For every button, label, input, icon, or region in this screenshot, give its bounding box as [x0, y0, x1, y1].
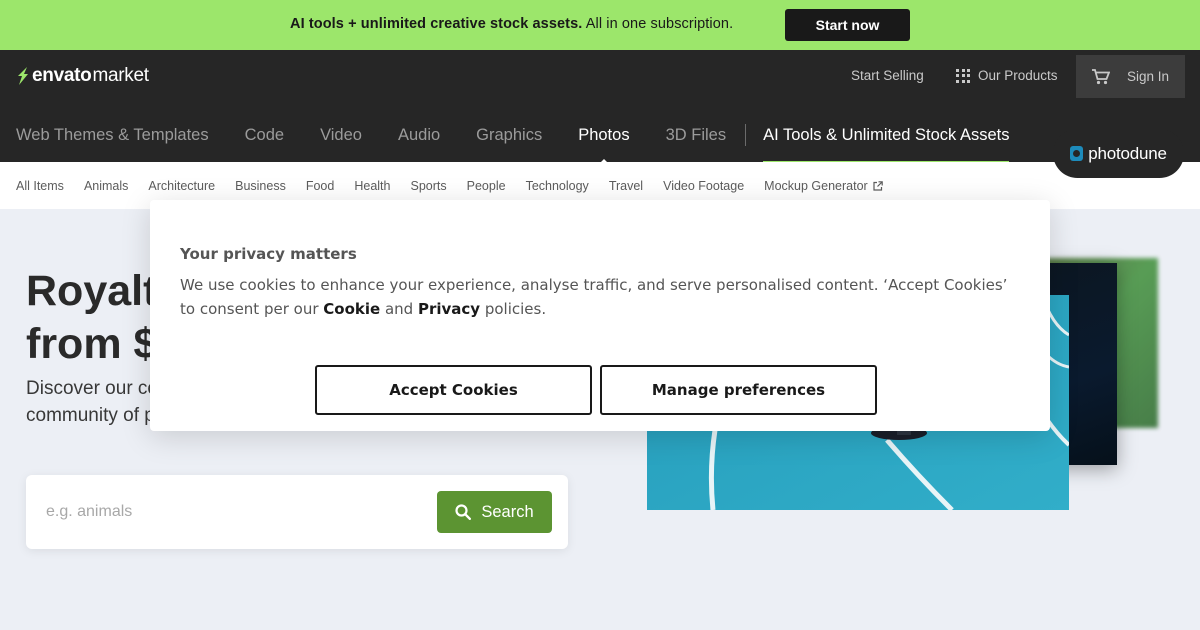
search-input[interactable]	[46, 497, 436, 527]
tab-graphics[interactable]: Graphics	[476, 126, 542, 145]
start-now-button[interactable]: Start now	[785, 9, 910, 41]
subnav-mockup-generator[interactable]: Mockup Generator	[764, 179, 883, 193]
start-selling-link[interactable]: Start Selling	[851, 68, 924, 83]
category-nav: Web Themes & Templates Code Video Audio …	[16, 123, 1045, 166]
category-divider	[745, 124, 747, 146]
hero-subtitle: Discover our co community of p	[26, 375, 158, 429]
promo-banner: AI tools + unlimited creative stock asse…	[0, 0, 1200, 50]
external-link-icon	[873, 180, 883, 191]
subnav-travel[interactable]: Travel	[609, 179, 643, 193]
search-button[interactable]: Search	[437, 491, 552, 533]
subnav-architecture[interactable]: Architecture	[148, 179, 215, 193]
tab-ai-tools[interactable]: AI Tools & Unlimited Stock Assets	[763, 125, 1010, 165]
tab-photos[interactable]: Photos	[578, 125, 630, 166]
logo-market-text: market	[92, 65, 149, 86]
tab-3d-files[interactable]: 3D Files	[666, 126, 727, 145]
envato-leaf-icon	[18, 67, 28, 85]
cookie-body-end: policies.	[480, 300, 547, 318]
subnav-animals[interactable]: Animals	[84, 179, 128, 193]
tab-audio[interactable]: Audio	[398, 126, 440, 145]
subnav-food[interactable]: Food	[306, 179, 335, 193]
tab-web-themes[interactable]: Web Themes & Templates	[16, 126, 209, 145]
hero-title-line-2: from $	[26, 320, 158, 368]
photodune-label: photodune	[1088, 143, 1167, 163]
tab-video[interactable]: Video	[320, 126, 362, 145]
our-products-menu[interactable]: Our Products	[956, 68, 1058, 83]
our-products-label: Our Products	[978, 68, 1058, 83]
signin-area: Sign In	[1076, 55, 1185, 98]
cookie-and-text: and	[380, 300, 418, 318]
subnav-video-footage[interactable]: Video Footage	[663, 179, 744, 193]
subnav-health[interactable]: Health	[354, 179, 390, 193]
tab-photos-label: Photos	[578, 125, 630, 144]
tab-code[interactable]: Code	[245, 126, 284, 145]
privacy-policy-link[interactable]: Privacy	[418, 300, 480, 318]
cookie-modal-body: We use cookies to enhance your experienc…	[180, 273, 1025, 321]
cart-icon[interactable]	[1092, 68, 1110, 85]
search-button-label: Search	[481, 502, 534, 521]
subnav-people[interactable]: People	[467, 179, 506, 193]
subnav-sports[interactable]: Sports	[410, 179, 446, 193]
cookie-modal-title: Your privacy matters	[180, 245, 357, 263]
hero-title: Royalt from $	[26, 265, 157, 371]
envato-market-logo[interactable]: envato market	[16, 65, 149, 87]
subnav-technology[interactable]: Technology	[526, 179, 589, 193]
promo-bold-text: AI tools + unlimited creative stock asse…	[290, 16, 583, 32]
promo-text: AI tools + unlimited creative stock asse…	[290, 16, 733, 32]
mockup-generator-label: Mockup Generator	[764, 178, 868, 193]
accept-cookies-button[interactable]: Accept Cookies	[315, 365, 592, 415]
logo-envato-text: envato	[32, 65, 92, 86]
hero-title-line-1: Royalt	[26, 267, 158, 315]
subnav-all-items[interactable]: All Items	[16, 179, 64, 193]
photodune-badge[interactable]: photodune	[1053, 129, 1184, 178]
tab-ai-tools-label: AI Tools & Unlimited Stock Assets	[763, 125, 1010, 144]
hero-subtitle-line-1: Discover our co	[26, 378, 158, 399]
promo-rest-text: All in one subscription.	[582, 16, 734, 32]
photodune-icon	[1070, 146, 1084, 161]
search-icon	[455, 504, 472, 520]
grid-icon	[956, 68, 970, 83]
site-header: envato market Start Selling Our Products …	[0, 50, 1200, 166]
cookie-policy-link[interactable]: Cookie	[323, 300, 380, 318]
manage-preferences-button[interactable]: Manage preferences	[600, 365, 877, 415]
cookie-consent-modal: Your privacy matters We use cookies to e…	[150, 200, 1050, 431]
search-card: Search	[26, 475, 568, 549]
cookie-body-text: We use cookies to enhance your experienc…	[180, 276, 1008, 318]
sign-in-link[interactable]: Sign In	[1127, 69, 1169, 84]
subnav-business[interactable]: Business	[235, 179, 286, 193]
hero-subtitle-line-2: community of p	[26, 405, 155, 426]
